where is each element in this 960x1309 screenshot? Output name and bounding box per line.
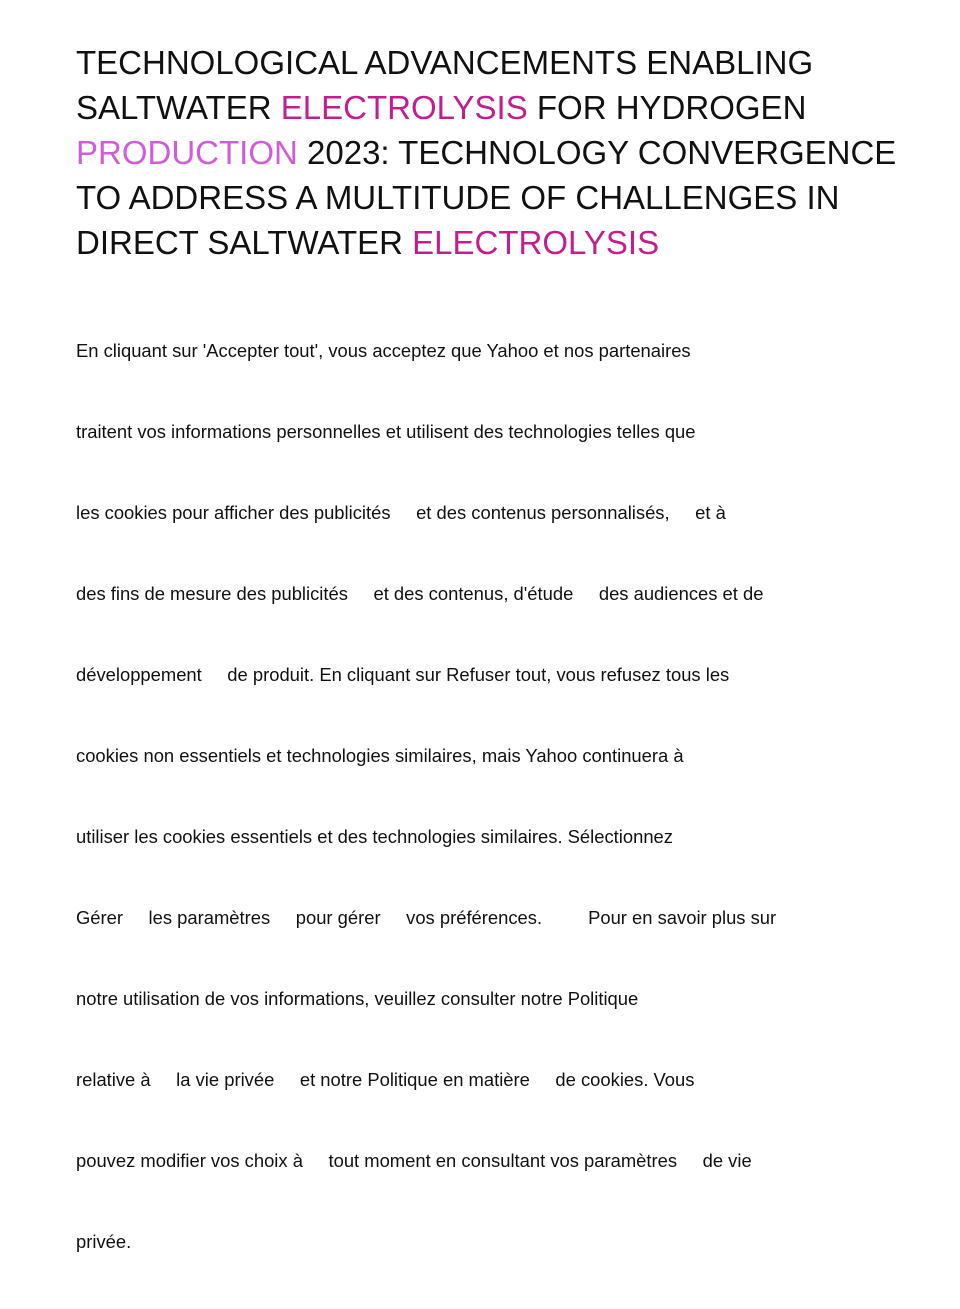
headline-highlight-electrolysis: ELECTROLYSIS	[412, 224, 660, 261]
consent-line: relative à la vie privée et notre Politi…	[76, 1069, 695, 1090]
consent-line: utiliser les cookies essentiels et des t…	[76, 826, 673, 847]
consent-line: des fins de mesure des publicités et des…	[76, 583, 764, 604]
consent-line: pouvez modifier vos choix à tout moment …	[76, 1150, 752, 1171]
cookie-consent-text: En cliquant sur 'Accepter tout', vous ac…	[76, 283, 906, 1309]
consent-line: développement de produit. En cliquant su…	[76, 664, 730, 685]
consent-line: cookies non essentiels et technologies s…	[76, 745, 684, 766]
headline-highlight-electrolysis: ELECTROLYSIS	[280, 89, 528, 126]
consent-line: privée.	[76, 1231, 132, 1252]
article-page: TECHNOLOGICAL ADVANCEMENTS ENABLING SALT…	[76, 40, 906, 1309]
consent-line: notre utilisation de vos informations, v…	[76, 988, 639, 1009]
headline-part: FOR HYDROGEN	[527, 89, 807, 126]
article-headline: TECHNOLOGICAL ADVANCEMENTS ENABLING SALT…	[76, 40, 906, 265]
headline-highlight-production: PRODUCTION	[76, 134, 298, 171]
consent-line: traitent vos informations personnelles e…	[76, 421, 696, 442]
consent-line: Gérer les paramètres pour gérer vos préf…	[76, 907, 777, 928]
consent-line: les cookies pour afficher des publicités…	[76, 502, 726, 523]
consent-line: En cliquant sur 'Accepter tout', vous ac…	[76, 340, 691, 361]
